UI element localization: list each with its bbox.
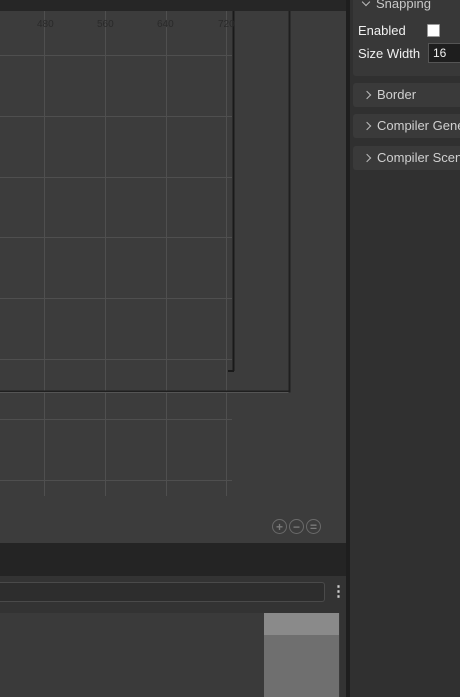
zoom-reset-icon[interactable]: =: [306, 519, 321, 534]
section-label: Border: [377, 87, 417, 102]
ruler-label: 640: [157, 19, 174, 30]
zoom-toolbar: + − =: [272, 519, 321, 537]
canvas-grid: 480 560 640 720: [0, 11, 291, 496]
enabled-checkbox[interactable]: [427, 24, 440, 37]
top-strip: [0, 0, 346, 11]
inspector-panel: Snapping Enabled Size Width Border Compi…: [350, 0, 460, 697]
snapping-group: Snapping Enabled Size Width: [353, 0, 460, 76]
scene-border: [0, 11, 291, 393]
section-border[interactable]: Border: [353, 83, 460, 107]
zoom-out-icon[interactable]: −: [289, 519, 304, 534]
preview-thumbnail-header: [264, 613, 339, 635]
size-width-label: Size Width: [358, 46, 421, 61]
ruler-label: 560: [97, 19, 114, 30]
zoom-in-icon[interactable]: +: [272, 519, 287, 534]
snapping-header[interactable]: Snapping: [361, 0, 431, 11]
panel-divider: [0, 543, 348, 576]
section-label: Compiler General: [377, 118, 460, 133]
bottom-panel: ⋮: [0, 576, 348, 697]
chevron-right-icon: [362, 90, 372, 100]
section-compiler-general[interactable]: Compiler General: [353, 114, 460, 138]
editor-canvas[interactable]: 480 560 640 720 + − =: [0, 11, 346, 543]
chevron-right-icon: [362, 121, 372, 131]
ruler-label: 480: [37, 19, 54, 30]
snapping-title: Snapping: [376, 0, 431, 11]
chevron-right-icon: [362, 153, 372, 163]
search-input[interactable]: [0, 582, 325, 602]
enabled-label: Enabled: [358, 23, 406, 38]
ruler-label: 720: [218, 19, 235, 30]
size-width-field[interactable]: [428, 43, 460, 63]
kebab-menu-icon[interactable]: ⋮: [331, 584, 346, 602]
chevron-down-icon: [361, 0, 371, 7]
section-label: Compiler Scene: [377, 150, 460, 165]
section-compiler-scene[interactable]: Compiler Scene: [353, 146, 460, 170]
